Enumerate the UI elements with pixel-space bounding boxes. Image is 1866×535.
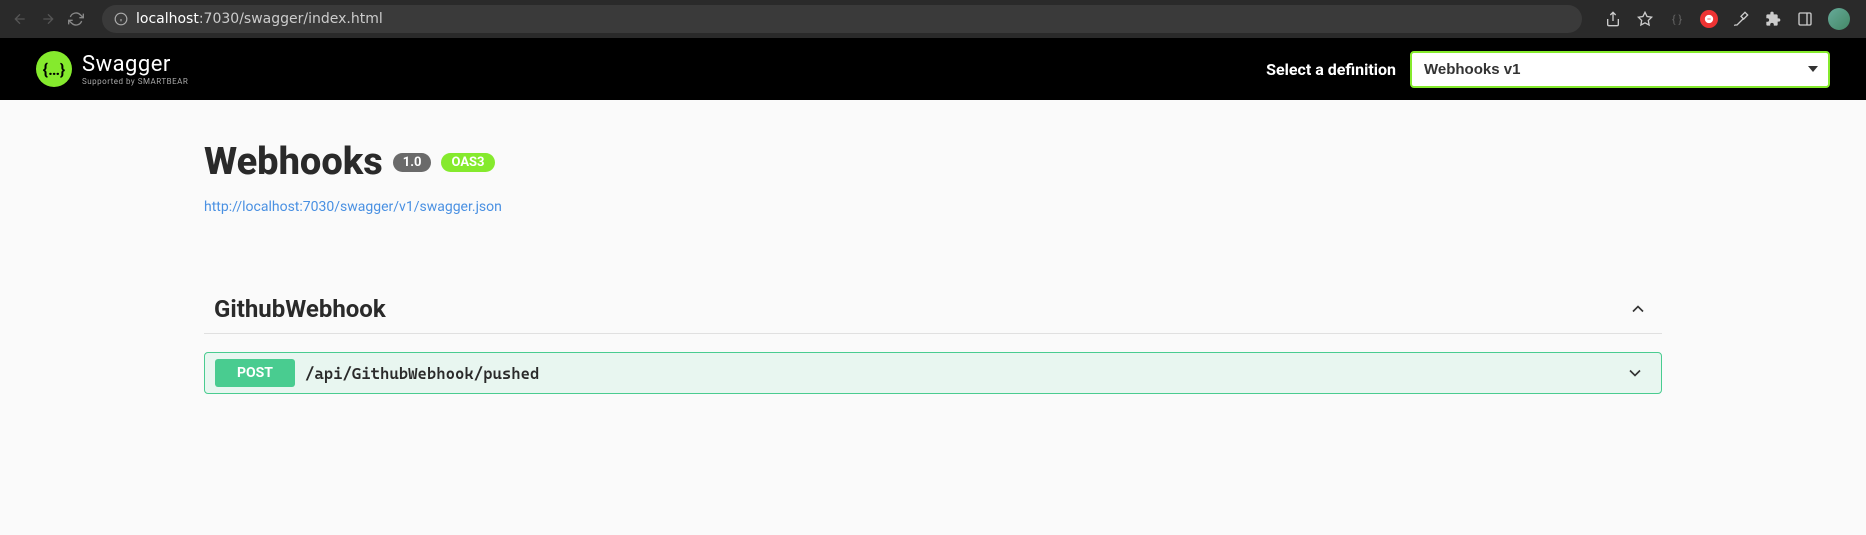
operation-path: /api/GithubWebhook/pushed bbox=[305, 364, 539, 383]
swagger-brand-name: Swagger bbox=[82, 52, 188, 77]
eyedropper-icon[interactable] bbox=[1732, 10, 1750, 28]
tag-section: GithubWebhook POST /api/GithubWebhook/pu… bbox=[204, 285, 1662, 394]
forward-button[interactable] bbox=[38, 9, 58, 29]
swagger-supported-label: Supported by SMARTBEAR bbox=[82, 77, 188, 86]
profile-avatar[interactable] bbox=[1828, 8, 1850, 30]
tag-header[interactable]: GithubWebhook bbox=[204, 285, 1662, 334]
swagger-mark-icon: {…} bbox=[36, 51, 72, 87]
star-icon[interactable] bbox=[1636, 10, 1654, 28]
swagger-logo[interactable]: {…} Swagger Supported by SMARTBEAR bbox=[36, 51, 188, 87]
operation-header[interactable]: POST /api/GithubWebhook/pushed bbox=[205, 353, 1661, 393]
version-badge: 1.0 bbox=[393, 153, 432, 172]
operation-row: POST /api/GithubWebhook/pushed bbox=[204, 352, 1662, 394]
browser-actions: { } bbox=[1598, 8, 1856, 30]
definition-section: Select a definition Webhooks v1 bbox=[1266, 51, 1830, 88]
panel-icon[interactable] bbox=[1796, 10, 1814, 28]
tag-name: GithubWebhook bbox=[214, 295, 386, 323]
info-icon bbox=[114, 12, 128, 26]
oas-badge: OAS3 bbox=[441, 153, 494, 172]
extension-badge-icon[interactable] bbox=[1700, 10, 1718, 28]
definition-select[interactable]: Webhooks v1 bbox=[1410, 51, 1830, 88]
chevron-down-icon bbox=[1625, 363, 1651, 383]
extension-braces-icon[interactable]: { } bbox=[1668, 10, 1686, 28]
reload-button[interactable] bbox=[66, 9, 86, 29]
url-text: localhost:7030/swagger/index.html bbox=[136, 11, 383, 27]
method-badge: POST bbox=[215, 359, 295, 387]
back-button[interactable] bbox=[10, 9, 30, 29]
extensions-icon[interactable] bbox=[1764, 10, 1782, 28]
address-bar[interactable]: localhost:7030/swagger/index.html bbox=[102, 5, 1582, 33]
api-info-section: Webhooks 1.0 OAS3 http://localhost:7030/… bbox=[204, 140, 1662, 215]
swagger-topbar: {…} Swagger Supported by SMARTBEAR Selec… bbox=[0, 38, 1866, 100]
share-icon[interactable] bbox=[1604, 10, 1622, 28]
definition-label: Select a definition bbox=[1266, 60, 1396, 79]
browser-chrome: localhost:7030/swagger/index.html { } bbox=[0, 0, 1866, 38]
spec-url-link[interactable]: http://localhost:7030/swagger/v1/swagger… bbox=[204, 199, 502, 215]
chevron-up-icon bbox=[1628, 299, 1648, 319]
api-title: Webhooks bbox=[204, 140, 383, 184]
main-content: Webhooks 1.0 OAS3 http://localhost:7030/… bbox=[168, 100, 1698, 434]
